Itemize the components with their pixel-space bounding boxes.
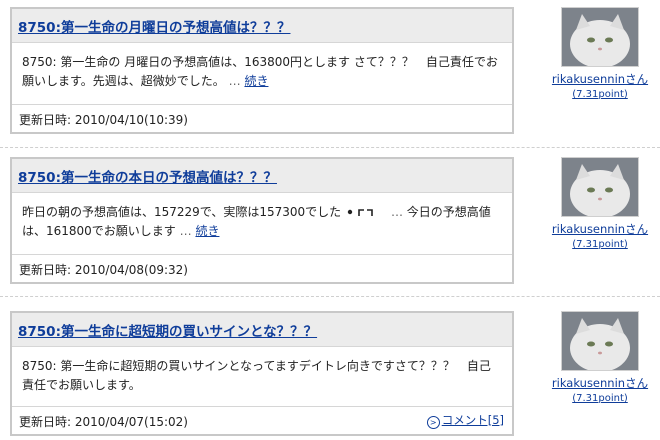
user-points-link[interactable]: (7.31point) <box>545 393 655 404</box>
post-body: 8750: 第一生命の 月曜日の予想高値は、163800円とします さて？？？ … <box>12 43 512 91</box>
avatar[interactable] <box>561 157 639 217</box>
post-1: 8750:第一生命の月曜日の予想高値は？？？ 8750: 第一生命の 月曜日の予… <box>10 7 514 134</box>
read-more-link[interactable]: 続き <box>244 74 268 88</box>
cat-avatar-icon <box>562 312 638 370</box>
ellipsis: … <box>175 224 196 238</box>
post-title-bar: 8750:第一生命に超短期の買いサインとな？？？ <box>12 313 512 347</box>
user-name-link[interactable]: rikakusenninさん <box>545 221 655 237</box>
post-body: 8750: 第一生命に超短期の買いサインとなってますデイトレ向きですさて？？？ … <box>12 347 512 395</box>
post-2: 8750:第一生命の本日の予想高値は？？？ 昨日の朝の予想高値は、157229で… <box>10 157 514 284</box>
post-title-link[interactable]: 8750:第一生命の本日の予想高値は？？？ <box>18 170 277 186</box>
post-3: 8750:第一生命に超短期の買いサインとな？？？ 8750: 第一生命に超短期の… <box>10 311 514 436</box>
ellipsis: … <box>387 205 407 219</box>
date-label: 更新日時: <box>19 113 72 127</box>
divider <box>0 147 660 148</box>
post-title-bar: 8750:第一生命の本日の予想高値は？？？ <box>12 159 512 193</box>
post-excerpt-part-1: 昨日の朝の予想高値は、157229で、実際は157300でした <box>22 205 342 219</box>
user-card-3: rikakusenninさん (7.31point) <box>545 311 655 404</box>
post-date: 2010/04/10(10:39) <box>74 113 188 127</box>
user-points-link[interactable]: (7.31point) <box>545 239 655 250</box>
read-more-link[interactable]: 続き <box>195 224 219 238</box>
comment-count: コメント[5] <box>441 413 504 427</box>
user-card-1: rikakusenninさん (7.31point) <box>545 7 655 100</box>
post-footer: 更新日時: 2010/04/07(15:02) > コメント[5] <box>12 406 512 434</box>
user-card-2: rikakusenninさん (7.31point) <box>545 157 655 250</box>
user-points-link[interactable]: (7.31point) <box>545 89 655 100</box>
arrow-circle-icon: > <box>426 416 440 429</box>
cat-avatar-icon <box>562 8 638 66</box>
post-date: 2010/04/08(09:32) <box>74 263 188 277</box>
date-label: 更新日時: <box>19 415 72 429</box>
post-footer: 更新日時: 2010/04/10(10:39) <box>12 104 512 132</box>
avatar[interactable] <box>561 7 639 67</box>
cat-avatar-icon <box>562 158 638 216</box>
emoji-marks-icon <box>341 204 387 216</box>
post-title-bar: 8750:第一生命の月曜日の予想高値は？？？ <box>12 9 512 43</box>
user-name-link[interactable]: rikakusenninさん <box>545 71 655 87</box>
user-name-link[interactable]: rikakusenninさん <box>545 375 655 391</box>
post-excerpt: 8750: 第一生命に超短期の買いサインとなってますデイトレ向きですさて？？？ … <box>22 359 491 392</box>
post-title-link[interactable]: 8750:第一生命の月曜日の予想高値は？？？ <box>18 20 290 36</box>
comment-link[interactable]: > コメント[5] <box>426 412 504 429</box>
avatar[interactable] <box>561 311 639 371</box>
post-title-link[interactable]: 8750:第一生命に超短期の買いサインとな？？？ <box>18 324 317 340</box>
date-label: 更新日時: <box>19 263 72 277</box>
post-footer: 更新日時: 2010/04/08(09:32) <box>12 254 512 282</box>
post-body: 昨日の朝の予想高値は、157229で、実際は157300でした … 今日の予想高… <box>12 193 512 241</box>
ellipsis: … <box>224 74 245 88</box>
post-date: 2010/04/07(15:02) <box>74 415 188 429</box>
divider <box>0 296 660 297</box>
